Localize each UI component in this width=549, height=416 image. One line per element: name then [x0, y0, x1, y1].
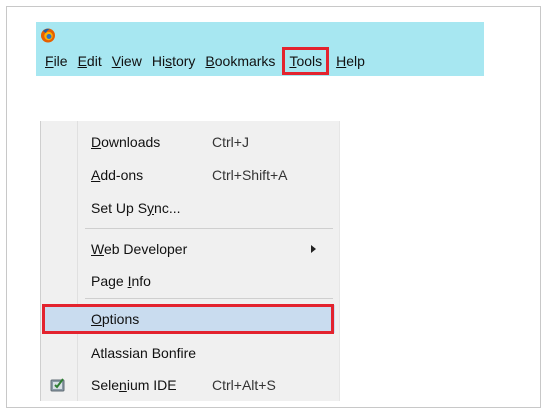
menu-item-label: Set Up Sync... [91, 200, 181, 216]
options-highlight-box [42, 304, 334, 334]
menu-item-page-info[interactable]: Page Info [41, 268, 339, 294]
submenu-arrow-icon [311, 245, 316, 253]
tools-dropdown-menu: Downloads Ctrl+J Add-ons Ctrl+Shift+A Se… [40, 121, 340, 401]
menu-file[interactable]: File [36, 49, 73, 73]
menu-item-label: Atlassian Bonfire [91, 345, 197, 361]
menubar: File Edit View History Bookmarks Tools H… [36, 46, 484, 76]
menu-item-shortcut: Ctrl+Shift+A [212, 167, 288, 183]
menu-separator [85, 298, 333, 299]
browser-titlebar [36, 22, 484, 46]
menu-bookmarks[interactable]: Bookmarks [200, 49, 280, 73]
menu-history[interactable]: History [147, 49, 201, 73]
menu-item-label: Page Info [91, 273, 151, 289]
menu-item-shortcut: Ctrl+J [212, 134, 249, 150]
menu-tools[interactable]: Tools [282, 47, 330, 75]
menu-item-shortcut: Ctrl+Alt+S [212, 377, 276, 393]
menu-item-label: Add-ons [91, 167, 144, 183]
menu-item-setup-sync[interactable]: Set Up Sync... [41, 195, 339, 221]
menu-item-label: Downloads [91, 134, 161, 150]
menu-separator [85, 228, 333, 229]
firefox-icon [41, 28, 55, 43]
menu-item-addons[interactable]: Add-ons Ctrl+Shift+A [41, 162, 339, 188]
menu-item-web-developer[interactable]: Web Developer [41, 236, 339, 262]
menu-view[interactable]: View [107, 49, 147, 73]
menu-item-downloads[interactable]: Downloads Ctrl+J [41, 129, 339, 155]
selenium-icon [50, 378, 65, 392]
menu-edit[interactable]: Edit [73, 49, 107, 73]
menu-item-label: Web Developer [91, 241, 188, 257]
menu-help[interactable]: Help [331, 49, 370, 73]
menu-item-selenium-ide[interactable]: Selenium IDE Ctrl+Alt+S [41, 372, 339, 398]
menu-item-label: Selenium IDE [91, 377, 177, 393]
menu-item-atlassian-bonfire[interactable]: Atlassian Bonfire [41, 340, 339, 366]
